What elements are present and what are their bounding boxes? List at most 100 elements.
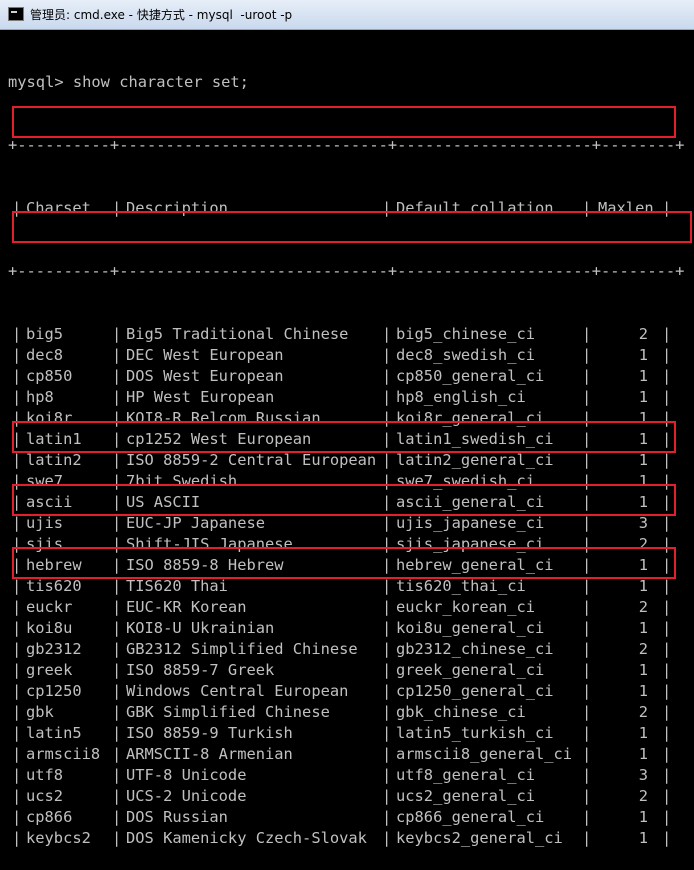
cell-separator: | [382, 346, 392, 364]
table-row: | | | | | dec8 DEC West European dec8_swedish_c… [8, 345, 694, 366]
cell-charset: greek [26, 661, 73, 679]
cell-maxlen: 2 [638, 640, 648, 658]
cell-description: ISO 8859-9 Turkish [126, 724, 293, 742]
table-row: | | | | | ujis EUC-JP Japanese ujis_japanese_ci… [8, 513, 694, 534]
cell-separator: | [662, 787, 672, 805]
cell-collation: euckr_korean_ci [396, 598, 535, 616]
cell-maxlen: 1 [638, 388, 648, 406]
cell-description: DOS West European [126, 367, 284, 385]
cell-charset: dec8 [26, 346, 64, 364]
cell-separator: | [662, 703, 672, 721]
cell-separator: | [12, 787, 22, 805]
cell-separator: | [12, 766, 22, 784]
table-row: | | | | | koi8u KOI8-U Ukrainian koi8u_general_… [8, 618, 694, 639]
cell-separator: | [12, 745, 22, 763]
cell-separator: | [12, 829, 22, 847]
cell-separator: | [582, 556, 592, 574]
cell-separator: | [112, 556, 122, 574]
table-row: | | | | | swe7 7bit Swedish swe7_swedish_ci 1 [8, 471, 694, 492]
cell-maxlen: 1 [638, 808, 648, 826]
cell-collation: ucs2_general_ci [396, 787, 535, 805]
cell-separator: | [112, 535, 122, 553]
cell-separator: | [382, 535, 392, 553]
table-border-top: +----------+----------------------------… [8, 136, 685, 154]
cell-maxlen: 1 [638, 409, 648, 427]
cell-separator: | [582, 766, 592, 784]
console-output[interactable]: mysql> show character set; +----------+-… [8, 30, 694, 847]
cell-separator: | [112, 787, 122, 805]
cell-charset: ascii [26, 493, 73, 511]
cell-maxlen: 1 [638, 367, 648, 385]
cell-description: Shift-JIS Japanese [126, 535, 293, 553]
cell-description: DOS Kamenicky Czech-Slovak [126, 829, 367, 847]
cell-separator: | [662, 745, 672, 763]
cell-maxlen: 1 [638, 556, 648, 574]
cell-collation: big5_chinese_ci [396, 325, 535, 343]
cell-description: GBK Simplified Chinese [126, 703, 330, 721]
cell-separator: | [582, 514, 592, 532]
table-row: | | | | | armscii8 ARMSCII-8 Armenian armscii8_… [8, 744, 694, 765]
cell-separator: | [12, 661, 22, 679]
cell-description: 7bit Swedish [126, 472, 238, 490]
cell-charset: sjis [26, 535, 64, 553]
table-row: | | | | | cp866 DOS Russian cp866_general_ci 1 [8, 807, 694, 828]
cell-maxlen: 1 [638, 346, 648, 364]
cell-separator: | [662, 367, 672, 385]
cell-separator: | [662, 829, 672, 847]
cell-separator: | [582, 388, 592, 406]
cell-charset: latin5 [26, 724, 82, 742]
cell-separator: | [382, 598, 392, 616]
cell-maxlen: 2 [638, 325, 648, 343]
cell-maxlen: Maxlen [598, 199, 654, 217]
cell-charset: big5 [26, 325, 64, 343]
cell-separator: | [382, 640, 392, 658]
cell-collation: cp866_general_ci [396, 808, 545, 826]
cell-maxlen: 1 [638, 577, 648, 595]
table-row: | | | | | latin5 ISO 8859-9 Turkish latin5_turk… [8, 723, 694, 744]
cell-separator: | [582, 535, 592, 553]
cell-collation: Default collation [396, 199, 554, 217]
cell-separator: | [662, 661, 672, 679]
title-bar[interactable]: 管理员: cmd.exe - 快捷方式 - mysql -uroot -p [0, 0, 694, 30]
cell-separator: | [12, 598, 22, 616]
table-row: | | | | | cp850 DOS West European cp850_general… [8, 366, 694, 387]
cell-separator: | [112, 745, 122, 763]
command-line: mysql> show character set; [8, 73, 249, 91]
cell-separator: | [582, 661, 592, 679]
cell-separator: | [112, 619, 122, 637]
cell-separator: | [112, 325, 122, 343]
cell-separator: | [382, 325, 392, 343]
cell-separator: | [382, 745, 392, 763]
cell-separator: | [12, 682, 22, 700]
table-row: | | | | | big5 Big5 Traditional Chinese big5_ch… [8, 324, 694, 345]
cell-separator: | [662, 682, 672, 700]
table-row: | | | | | koi8r KOI8-R Relcom Russian koi8r_gen… [8, 408, 694, 429]
cell-separator: | [12, 367, 22, 385]
cell-separator: | [582, 787, 592, 805]
cell-description: EUC-JP Japanese [126, 514, 265, 532]
cell-charset: hebrew [26, 556, 82, 574]
cell-maxlen: 1 [638, 682, 648, 700]
cell-description: Big5 Traditional Chinese [126, 325, 349, 343]
cell-collation: gbk_chinese_ci [396, 703, 526, 721]
cell-separator: | [382, 367, 392, 385]
cell-separator: | [662, 598, 672, 616]
cmd-icon [8, 7, 24, 21]
cell-separator: | [12, 346, 22, 364]
table-header-row: | | | | | Charset Description Default collation… [8, 198, 694, 219]
cell-separator: | [12, 199, 22, 217]
cell-separator: | [662, 346, 672, 364]
cell-charset: gbk [26, 703, 54, 721]
cell-collation: dec8_swedish_ci [396, 346, 535, 364]
cell-separator: | [662, 451, 672, 469]
cell-maxlen: 1 [638, 745, 648, 763]
cell-separator: | [12, 388, 22, 406]
table-row: | | | | | hebrew ISO 8859-8 Hebrew hebrew_gener… [8, 555, 694, 576]
cell-separator: | [582, 577, 592, 595]
cell-separator: | [582, 724, 592, 742]
table-row: | | | | | gb2312 GB2312 Simplified Chinese gb23… [8, 639, 694, 660]
cell-separator: | [582, 640, 592, 658]
cell-separator: | [582, 472, 592, 490]
cell-separator: | [382, 514, 392, 532]
cell-description: ISO 8859-2 Central European [126, 451, 377, 469]
